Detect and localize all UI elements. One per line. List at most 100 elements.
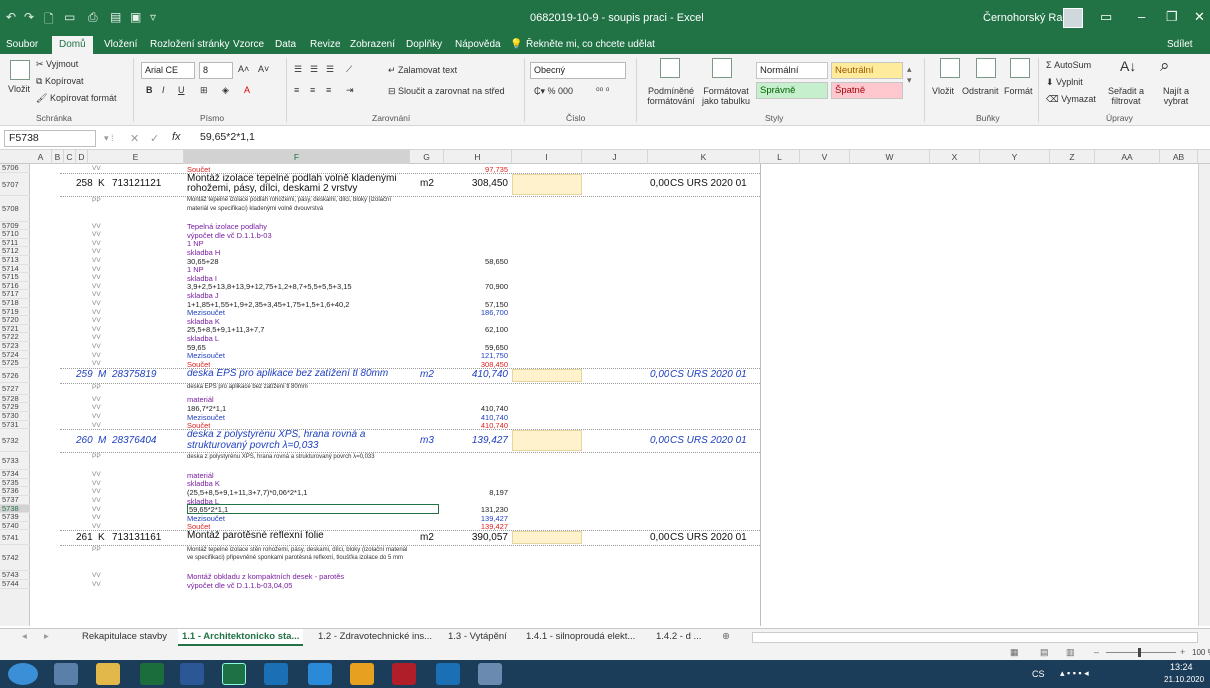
language-indicator[interactable]: CS [1032,669,1045,679]
font-name-combo[interactable]: Arial CE [141,62,195,79]
calc-result[interactable]: 62,100 [448,325,508,334]
fill-color-icon[interactable]: ◈ [222,85,229,96]
undo-icon[interactable]: ↷ [24,10,34,24]
column-header-e[interactable]: E [88,150,184,164]
sheet-tab[interactable]: 1.4.2 - d ... [656,631,701,642]
item-description[interactable]: deska EPS pro aplikace bez zatížení tl 8… [187,369,409,380]
column-header-f[interactable]: F [184,150,410,164]
item-quantity[interactable]: 139,427 [448,435,508,446]
column-header-y[interactable]: Y [980,150,1050,164]
wrap-text-button[interactable]: ↵ Zalamovat text [388,65,457,76]
column-header-i[interactable]: I [512,150,582,164]
autosum-button[interactable]: Σ AutoSum [1046,60,1091,70]
row-header-5707[interactable]: 5707 [0,173,30,196]
row-kind[interactable]: VV [92,396,101,403]
item-quantity[interactable]: 308,450 [448,178,508,189]
tell-me-search[interactable]: Řekněte mi, co chcete udělat [526,39,655,50]
ribbon-display-icon[interactable]: ▭ [1100,9,1112,25]
format-table-button[interactable]: Formátovat jako tabulku [698,86,754,106]
calc-cell[interactable]: deska EPS pro aplikace bez zatížení tl 8… [187,383,409,392]
row-kind[interactable]: VV [92,422,101,429]
name-box[interactable]: F5738 [4,130,96,147]
row-header-5706[interactable]: 5706 [0,164,30,173]
align-center-icon[interactable]: ≡ [310,85,315,95]
row-kind[interactable]: VV [92,165,101,172]
vertical-scrollbar[interactable] [1198,164,1210,626]
merge-center-button[interactable]: ⊟ Sloučit a zarovnat na střed [388,86,505,97]
page-break-icon[interactable]: ▥ [1066,647,1075,658]
open-icon[interactable]: ▭ [64,10,75,24]
row-kind[interactable]: VV [92,480,101,487]
align-left-icon[interactable]: ≡ [294,85,299,95]
unit-price-input[interactable] [512,430,582,452]
excel-icon[interactable] [222,663,246,685]
item-code[interactable]: 28375819 [112,369,157,380]
row-kind[interactable]: VV [92,352,101,359]
item-type[interactable]: M [98,435,106,446]
row-kind[interactable]: VV [92,523,101,530]
tab-page-layout[interactable]: Rozložení stránky [150,39,229,50]
tab-home[interactable]: Domů [52,36,93,54]
row-kind[interactable]: VV [92,231,101,238]
item-code[interactable]: 713121121 [112,178,161,189]
item-description[interactable]: Montáž izolace tepelné podlah volně klad… [187,174,409,195]
tab-file[interactable]: Soubor [6,39,38,50]
bold-button[interactable]: B [146,85,153,95]
calc-result[interactable]: 58,650 [448,257,508,266]
item-type[interactable]: K [98,178,105,189]
row-kind[interactable]: VV [92,514,101,521]
unit-price-input[interactable] [512,368,582,382]
item-unit[interactable]: m2 [420,178,434,189]
row-kind[interactable]: VV [92,581,101,588]
border-icon[interactable]: ⊞ [200,85,208,96]
unit-price-input[interactable] [512,173,582,195]
row-header-5732[interactable]: 5732 [0,429,30,453]
grow-font-icon[interactable]: A˄ [238,64,249,74]
sort-icon[interactable]: A↓ [1120,58,1136,74]
column-header-d[interactable]: D [76,150,88,164]
close-icon[interactable]: ✕ [1194,9,1205,25]
item-type[interactable]: M [98,369,106,380]
delete-cells-button[interactable]: Odstranit [962,86,999,96]
column-header-h[interactable]: H [444,150,512,164]
outlook-icon[interactable] [264,663,288,685]
sheet-tab-active[interactable]: 1.1 - Architektonicko sta... [178,629,304,646]
item-code[interactable]: 713131161 [112,532,161,543]
column-header-a[interactable]: A [30,150,52,164]
row-kind[interactable]: VV [92,300,101,307]
row-kind[interactable]: VV [92,360,101,367]
row-kind[interactable]: PP [92,453,101,460]
row-kind[interactable]: VV [92,309,101,316]
app-d-icon[interactable] [140,663,164,685]
row-header-5726[interactable]: 5726 [0,368,30,383]
decimal-icon[interactable]: ⁰⁰ ⁰ [596,86,609,97]
tab-insert[interactable]: Vložení [104,39,137,50]
calc-result[interactable]: 8,197 [448,488,508,497]
selected-cell[interactable]: 59,65*2*1,1 [187,504,439,515]
clear-button[interactable]: ⌫ Vymazat [1046,94,1096,105]
row-kind[interactable]: VV [92,404,101,411]
item-pricelist[interactable]: CS ÚRS 2020 01 [670,178,747,189]
item-number[interactable]: 259 [76,369,93,380]
sheet-tab[interactable]: 1.4.1 - silnoproudá elekt... [526,631,635,642]
app-bp-icon[interactable] [392,663,416,685]
sheet-tab[interactable]: Rekapitulace stavby [82,631,167,642]
zoom-level[interactable]: 100 % [1192,648,1210,657]
item-pricelist[interactable]: CS ÚRS 2020 01 [670,532,747,543]
indent-icon[interactable]: ⇥ [346,85,354,96]
calc-cell[interactable]: výpočet dle vč D.1.1.b-03,04,05 [187,581,292,590]
enter-icon[interactable]: ✓ [150,132,159,145]
word-icon[interactable] [180,663,204,685]
align-right-icon[interactable]: ≡ [326,85,331,95]
item-unit[interactable]: m2 [420,532,434,543]
item-unit[interactable]: m2 [420,369,434,380]
print-preview-icon[interactable]: ⎙ [88,10,98,25]
row-kind[interactable]: VV [92,291,101,298]
tab-addins[interactable]: Doplňky [406,39,442,50]
column-header-b[interactable]: B [52,150,64,164]
row-kind[interactable]: PP [92,197,101,204]
fill-button[interactable]: ⬇ Vyplnit [1046,77,1083,88]
calc-cell[interactable]: deska z polystyrénu XPS, hrana rovná a s… [187,453,409,462]
insert-cells-button[interactable]: Vložit [932,86,954,96]
row-kind[interactable]: VV [92,506,101,513]
